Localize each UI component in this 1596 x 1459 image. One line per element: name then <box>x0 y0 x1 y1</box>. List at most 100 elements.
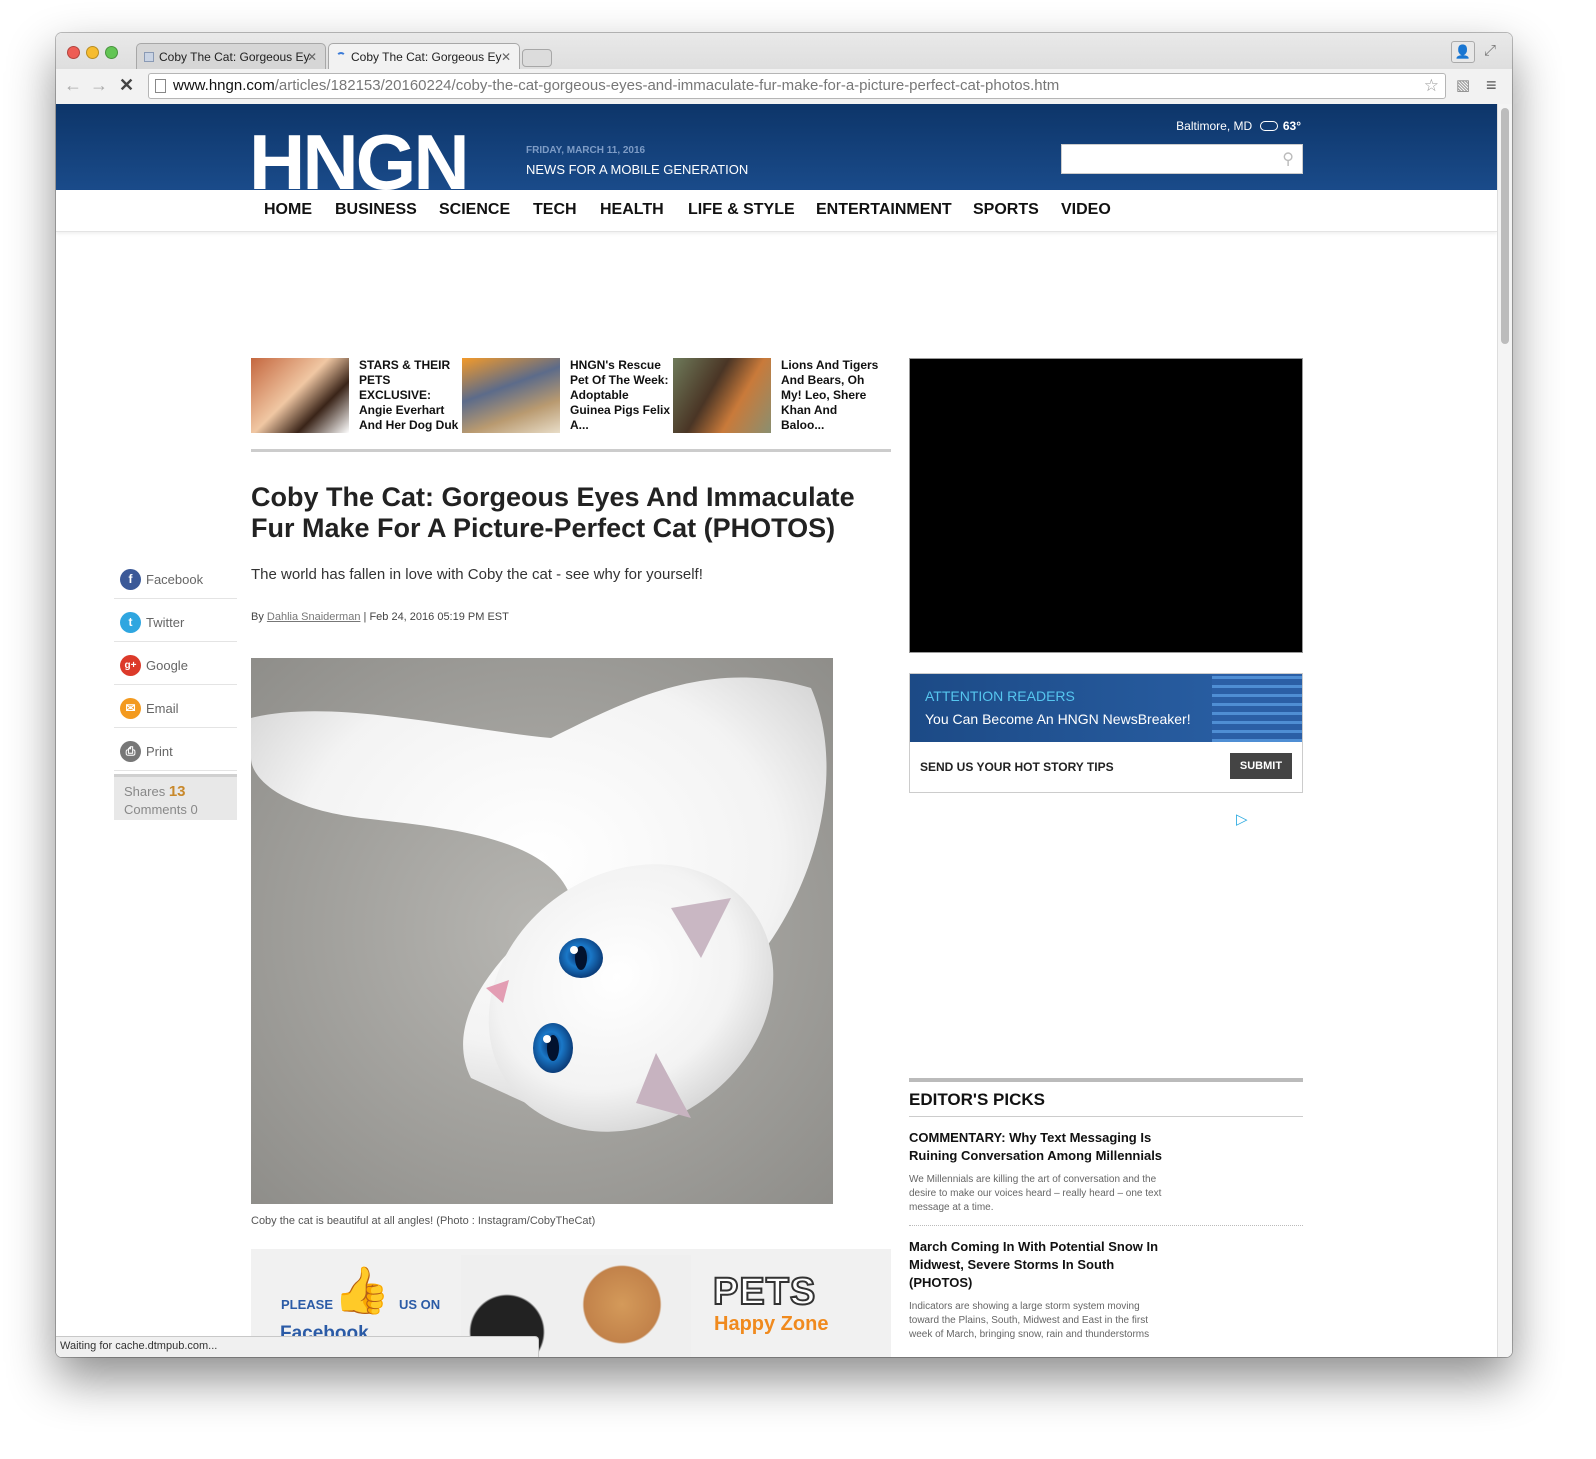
nav-science[interactable]: SCIENCE <box>439 201 510 219</box>
tab-label: Coby The Cat: Gorgeous Ey <box>351 50 502 64</box>
search-input[interactable]: ⚲ <box>1061 144 1303 174</box>
comments-count: 0 <box>190 802 198 817</box>
nav-home[interactable]: HOME <box>264 201 312 219</box>
building-graphic <box>1212 674 1302 742</box>
share-counts: Shares 13 Comments 0 <box>114 774 237 820</box>
related-headline[interactable]: Lions And Tigers And Bears, Oh My! Leo, … <box>781 358 883 433</box>
comments-label: Comments <box>124 802 187 817</box>
facebook-icon: f <box>120 569 141 590</box>
person-icon: 👤 <box>1454 44 1472 59</box>
main-nav: HOME BUSINESS SCIENCE TECH HEALTH LIFE &… <box>56 190 1497 232</box>
editors-pick-headline[interactable]: March Coming In With Potential Snow In M… <box>909 1238 1179 1292</box>
video-player[interactable] <box>909 358 1303 653</box>
byline-by: By <box>251 611 264 623</box>
story-tips-label: SEND US YOUR HOT STORY TIPS <box>920 760 1114 774</box>
nav-video[interactable]: VIDEO <box>1061 201 1111 219</box>
search-icon[interactable]: ⚲ <box>1282 149 1294 169</box>
browser-window: Coby The Cat: Gorgeous Ey ✕ Coby The Cat… <box>56 33 1512 1357</box>
nav-tech[interactable]: TECH <box>533 201 577 219</box>
tab-label: Coby The Cat: Gorgeous Ey <box>159 50 310 64</box>
share-twitter-button[interactable]: t Twitter <box>114 599 237 642</box>
editors-pick-item[interactable]: March Coming In With Potential Snow In M… <box>909 1226 1303 1352</box>
share-label: Google <box>146 658 188 673</box>
editors-pick-summary: Indicators are showing a large storm sys… <box>909 1301 1150 1340</box>
article-hero-image[interactable] <box>251 658 833 1204</box>
shares-count: 13 <box>168 783 186 800</box>
twitter-icon: t <box>120 612 141 633</box>
close-tab-icon[interactable]: ✕ <box>307 44 317 69</box>
status-bar: Waiting for cache.dtmpub.com... <box>56 1336 539 1357</box>
google-plus-icon: g+ <box>120 655 141 676</box>
address-bar[interactable]: www.hngn.com/articles/182153/20160224/co… <box>148 73 1446 99</box>
nav-entertainment[interactable]: ENTERTAINMENT <box>816 201 952 219</box>
header-date: FRIDAY, MARCH 11, 2016 <box>526 145 646 156</box>
browser-toolbar: ← → ✕ www.hngn.com/articles/182153/20160… <box>56 69 1512 104</box>
related-thumbnail[interactable] <box>673 358 771 433</box>
stop-loading-icon[interactable]: ✕ <box>119 75 134 96</box>
editors-pick-summary: We Millennials are killing the art of co… <box>909 1174 1162 1213</box>
header-tagline: NEWS FOR A MOBILE GENERATION <box>526 162 749 177</box>
related-headline[interactable]: STARS & THEIR PETS EXCLUSIVE: Angie Ever… <box>359 358 461 433</box>
article-subtitle: The world has fallen in love with Coby t… <box>251 566 703 583</box>
related-story[interactable]: HNGN's Rescue Pet Of The Week: Adoptable… <box>462 358 672 436</box>
menu-hamburger-icon[interactable]: ≡ <box>1486 75 1497 96</box>
share-email-button[interactable]: ✉ Email <box>114 685 237 728</box>
related-thumbnail[interactable] <box>462 358 560 433</box>
nav-life-style[interactable]: LIFE & STYLE <box>688 201 795 219</box>
related-thumbnail[interactable] <box>251 358 349 433</box>
back-arrow-icon[interactable]: ← <box>64 75 82 96</box>
url-path: /articles/182153/20160224/coby-the-cat-g… <box>274 77 1060 94</box>
close-window-button[interactable] <box>67 46 80 59</box>
expand-icon: ⤢ <box>1484 42 1497 59</box>
nav-business[interactable]: BUSINESS <box>335 201 417 219</box>
ad-happy-zone-text: Happy Zone <box>714 1313 829 1335</box>
article-title: Coby The Cat: Gorgeous Eyes And Immacula… <box>251 482 855 543</box>
minimize-window-button[interactable] <box>86 46 99 59</box>
shares-label: Shares <box>124 784 166 799</box>
tab-inactive[interactable]: Coby The Cat: Gorgeous Ey ✕ <box>136 43 326 69</box>
editors-pick-headline[interactable]: COMMENTARY: Why Text Messaging Is Ruinin… <box>909 1129 1179 1165</box>
browser-chrome: Coby The Cat: Gorgeous Ey ✕ Coby The Cat… <box>56 33 1512 104</box>
zoom-window-button[interactable] <box>105 46 118 59</box>
extension-icon[interactable]: ▧ <box>1456 76 1470 94</box>
share-label: Email <box>146 701 179 716</box>
scrollbar-thumb[interactable] <box>1501 108 1509 344</box>
forward-arrow-icon[interactable]: → <box>90 75 108 96</box>
new-tab-button[interactable] <box>522 49 552 67</box>
article-date: | Feb 24, 2016 05:19 PM EST <box>360 611 509 623</box>
vertical-scrollbar[interactable] <box>1497 104 1512 1357</box>
attention-subheading: You Can Become An HNGN NewsBreaker! <box>925 711 1191 727</box>
share-facebook-button[interactable]: f Facebook <box>114 556 237 599</box>
author-link[interactable]: Dahlia Snaiderman <box>267 611 361 623</box>
editors-pick-item[interactable]: COMMENTARY: Why Text Messaging Is Ruinin… <box>909 1117 1303 1226</box>
editors-picks-heading: EDITOR'S PICKS <box>909 1082 1303 1117</box>
ad-us-on-text: US ON <box>399 1297 441 1312</box>
share-print-button[interactable]: ⎙ Print <box>114 728 237 771</box>
adchoices-icon[interactable]: ▷ <box>1236 810 1248 828</box>
attention-heading: ATTENTION READERS <box>925 688 1075 704</box>
newsbreaker-box: ATTENTION READERS You Can Become An HNGN… <box>909 673 1303 793</box>
related-stories: STARS & THEIR PETS EXCLUSIVE: Angie Ever… <box>251 358 891 452</box>
close-tab-icon[interactable]: ✕ <box>501 44 511 69</box>
tab-active[interactable]: Coby The Cat: Gorgeous Ey ✕ <box>328 43 520 69</box>
cloud-icon <box>1259 121 1278 131</box>
fullscreen-button[interactable]: ⤢ <box>1484 42 1496 59</box>
related-story[interactable]: Lions And Tigers And Bears, Oh My! Leo, … <box>673 358 883 436</box>
page-document-icon <box>155 79 166 93</box>
nav-sports[interactable]: SPORTS <box>973 201 1039 219</box>
share-google-button[interactable]: g+ Google <box>114 642 237 685</box>
loading-spinner-icon <box>336 52 346 62</box>
weather-widget: Baltimore, MD 63° <box>1176 119 1301 133</box>
submit-tip-button[interactable]: SUBMIT <box>1230 753 1292 779</box>
weather-temp: 63° <box>1282 119 1301 133</box>
share-bar: f Facebook t Twitter g+ Google ✉ Email ⎙… <box>114 556 237 771</box>
web-page: HNGN FRIDAY, MARCH 11, 2016 NEWS FOR A M… <box>56 104 1497 1357</box>
related-headline[interactable]: HNGN's Rescue Pet Of The Week: Adoptable… <box>570 358 672 433</box>
nav-health[interactable]: HEALTH <box>600 201 664 219</box>
user-profile-button[interactable]: 👤 <box>1451 41 1475 63</box>
site-header: HNGN FRIDAY, MARCH 11, 2016 NEWS FOR A M… <box>56 104 1497 202</box>
print-icon: ⎙ <box>120 741 141 762</box>
related-story[interactable]: STARS & THEIR PETS EXCLUSIVE: Angie Ever… <box>251 358 461 436</box>
bookmark-star-icon[interactable]: ☆ <box>1424 74 1439 98</box>
ad-please-text: PLEASE <box>281 1297 334 1312</box>
